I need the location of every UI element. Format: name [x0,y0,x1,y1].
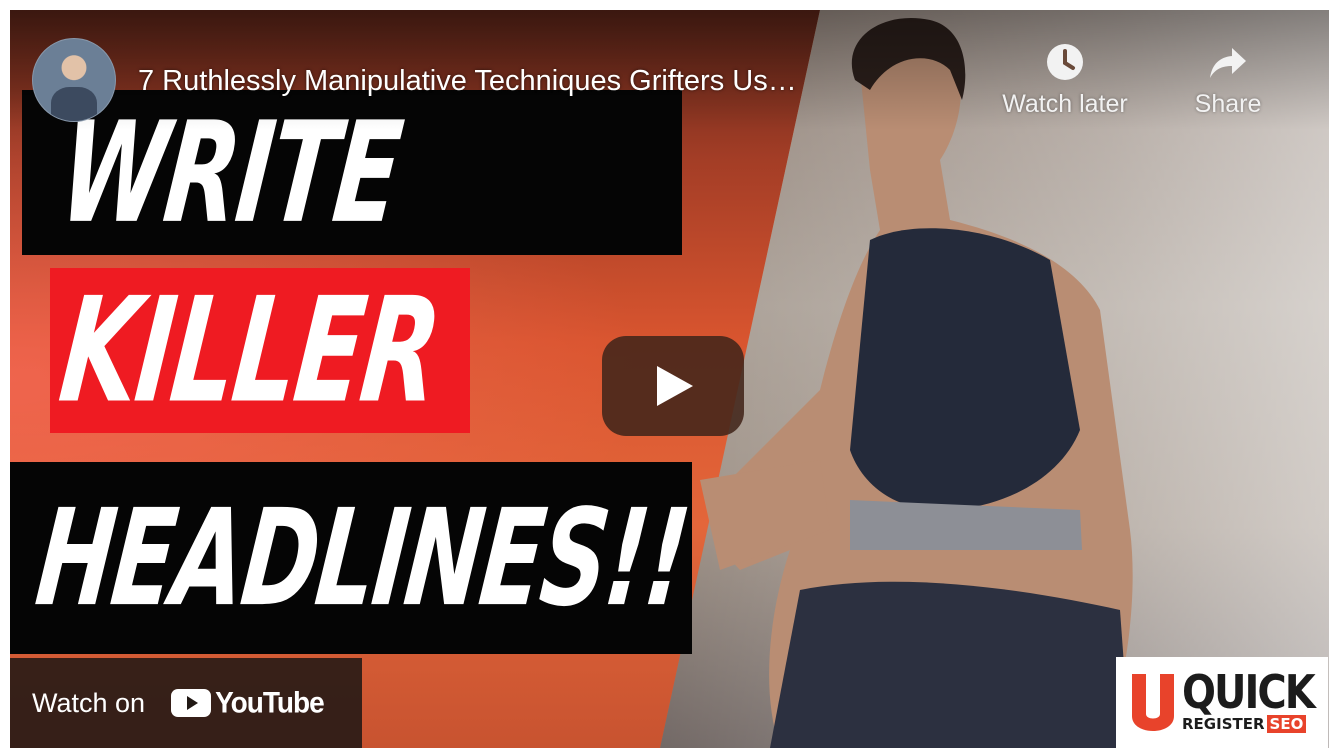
youtube-logo-icon [171,689,212,717]
play-button[interactable] [602,336,744,436]
brand-quick-text: QUICK [1182,666,1316,720]
share-arrow-icon [1210,48,1246,78]
brand-u-icon [1132,673,1174,731]
video-player[interactable]: WRITE KILLER HEADLINES!! 7 Ruthlessly Ma… [10,10,1329,748]
video-title-link[interactable]: 7 Ruthlessly Manipulative Techniques Gri… [138,65,797,98]
share-label: Share [1194,90,1262,118]
share-button[interactable]: Share [1178,42,1278,119]
channel-avatar[interactable] [32,38,116,122]
clock-icon [1047,44,1083,80]
play-icon [657,366,693,406]
headline-line-killer: KILLER [50,265,470,436]
headline-word-killer: KILLER [53,265,447,436]
headline-word-headlines: HEADLINES!! [29,480,695,636]
headline-line-headlines: HEADLINES!! [10,462,695,654]
watch-on-label: Watch on [32,687,146,718]
channel-brand-logo: QUICK REGISTER SEO [1116,657,1328,748]
watch-later-button[interactable]: Watch later [1000,42,1130,119]
youtube-wordmark: YouTube [215,686,325,719]
watch-on-youtube-link[interactable]: Watch on YouTube [10,658,362,748]
watch-later-label: Watch later [1002,90,1128,118]
